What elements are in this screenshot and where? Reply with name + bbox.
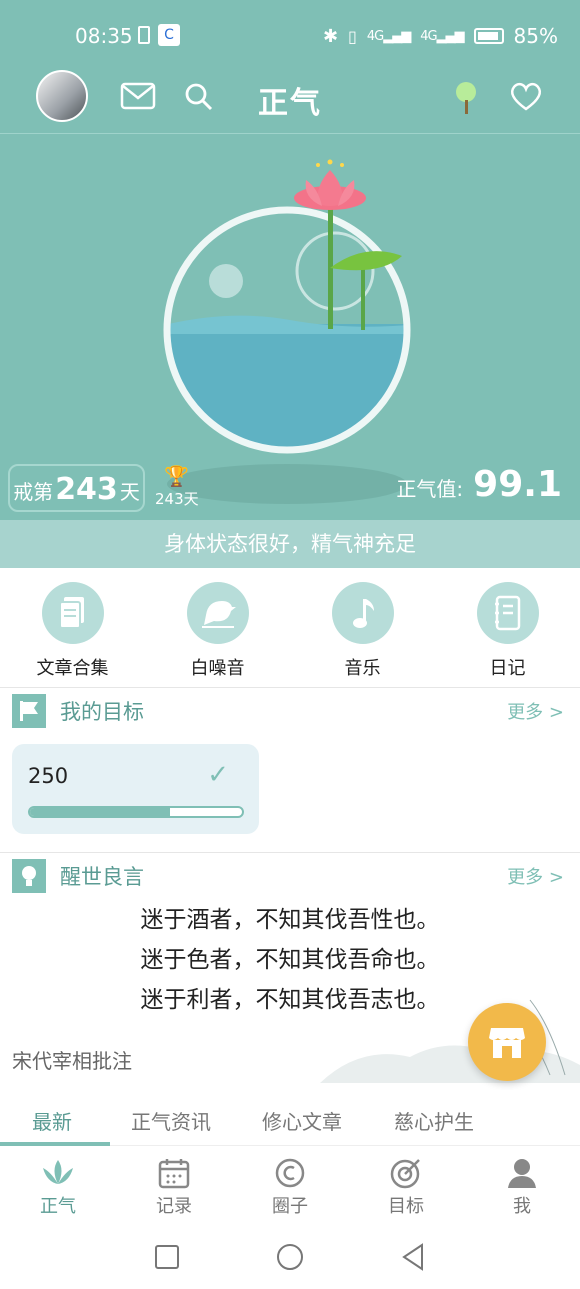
nav-label: 正气	[40, 1196, 76, 1217]
trophy-days: 243天	[155, 490, 199, 508]
bird-icon	[186, 582, 249, 644]
goals-title: 我的目标	[60, 700, 144, 724]
feature-row: 文章合集 白噪音 音乐 日记	[0, 568, 580, 688]
home-icon[interactable]	[276, 1243, 304, 1271]
goals-more-link[interactable]: 更多 >	[507, 698, 564, 724]
nav-label: 目标	[388, 1196, 424, 1217]
lotus-icon	[0, 1154, 116, 1192]
wisdom-more-link[interactable]: 更多 >	[507, 863, 564, 889]
vibrate-icon: ▯	[348, 26, 357, 46]
score-label: 正气值:	[396, 477, 464, 501]
page-title: 正气	[258, 86, 322, 121]
tab-articles[interactable]: 修心文章	[262, 1106, 342, 1135]
quote-line: 迷于色者，不知其伐吾命也。	[140, 947, 440, 973]
quote-source: 宋代宰相批注	[12, 1049, 132, 1073]
shop-icon	[489, 1028, 525, 1058]
status-time: 08:35	[75, 24, 133, 48]
checkmark-icon: ✓	[207, 760, 229, 790]
wisdom-title: 醒世良言	[60, 865, 144, 889]
nav-me[interactable]: 我	[464, 1154, 580, 1218]
status-bar: 08:35 C ✱ ▯ 4G▂▄▆ 4G▂▄▆ 85%	[0, 0, 580, 70]
target-icon	[348, 1154, 464, 1192]
signal-icon-2: 4G▂▄▆	[420, 28, 464, 44]
wisdom-header: 醒世良言 更多 >	[0, 853, 580, 897]
feature-article-collection[interactable]: 文章合集	[5, 568, 140, 687]
calendar-icon	[116, 1154, 232, 1192]
person-icon	[464, 1154, 580, 1192]
system-nav-bar	[0, 1226, 580, 1289]
feature-music[interactable]: 音乐	[295, 568, 430, 687]
signal-icon: 4G▂▄▆	[366, 28, 411, 44]
lightbulb-icon	[12, 859, 46, 893]
nav-circle[interactable]: 圈子	[232, 1154, 348, 1218]
goal-card[interactable]: 250 ✓	[12, 744, 259, 834]
top-bar: 正气	[0, 70, 580, 134]
feature-label: 音乐	[344, 658, 381, 679]
heart-icon[interactable]	[508, 82, 544, 112]
goal-progress-bar	[28, 806, 244, 818]
bluetooth-icon: ✱	[322, 25, 339, 47]
goal-progress-fill	[30, 808, 170, 816]
music-note-icon	[331, 582, 394, 644]
goal-value: 250	[28, 764, 69, 788]
diary-icon	[476, 582, 539, 644]
tab-news[interactable]: 正气资讯	[131, 1106, 211, 1135]
app-notification-icon: C	[158, 24, 180, 46]
abstain-suffix: 天	[119, 480, 140, 504]
nav-label: 我	[513, 1196, 531, 1217]
recent-apps-icon[interactable]	[154, 1244, 180, 1270]
nav-goals[interactable]: 目标	[348, 1154, 464, 1218]
status-message: 身体状态很好，精气神充足	[0, 520, 580, 568]
bottom-nav: 正气 记录 圈子 目标 我	[0, 1146, 580, 1226]
abstain-days-badge: 戒第 243 天	[8, 464, 145, 512]
trophy-icon: 🏆	[164, 464, 190, 488]
battery-alert-icon	[138, 26, 150, 44]
feature-diary[interactable]: 日记	[440, 568, 575, 687]
tab-compassion[interactable]: 慈心护生	[394, 1106, 474, 1135]
battery-percent: 85%	[513, 24, 558, 48]
feature-white-noise[interactable]: 白噪音	[150, 568, 285, 687]
nav-label: 记录	[156, 1196, 192, 1217]
tab-latest[interactable]: 最新	[32, 1106, 72, 1135]
feature-label: 文章合集	[36, 658, 109, 679]
trophy-record[interactable]: 🏆 243天	[155, 464, 199, 509]
nav-label: 圈子	[272, 1196, 308, 1217]
circle-icon	[232, 1154, 348, 1192]
hero-panel: 戒第 243 天 🏆 243天 正气值: 99.1	[0, 134, 580, 520]
nav-zhengqi[interactable]: 正气	[0, 1154, 116, 1218]
score-display: 正气值: 99.1	[396, 464, 562, 505]
article-icon	[41, 582, 104, 644]
score-value: 99.1	[473, 464, 562, 505]
tree-icon[interactable]	[452, 80, 480, 116]
lotus-flower	[294, 159, 366, 210]
back-icon[interactable]	[400, 1243, 426, 1271]
content-tabs: 最新 正气资讯 修心文章 慈心护生	[0, 1090, 580, 1146]
flag-icon	[12, 694, 46, 728]
quote-line: 迷于酒者，不知其伐吾性也。	[140, 907, 440, 933]
nav-records[interactable]: 记录	[116, 1154, 232, 1218]
feature-label: 日记	[489, 658, 526, 679]
shop-button[interactable]	[468, 1003, 546, 1081]
feature-label: 白噪音	[190, 658, 245, 679]
fishbowl-illustration[interactable]	[0, 134, 580, 520]
battery-icon	[473, 28, 504, 44]
abstain-days: 243	[55, 472, 118, 507]
abstain-prefix: 戒第	[13, 480, 54, 504]
goals-header: 我的目标 更多 >	[0, 688, 580, 732]
